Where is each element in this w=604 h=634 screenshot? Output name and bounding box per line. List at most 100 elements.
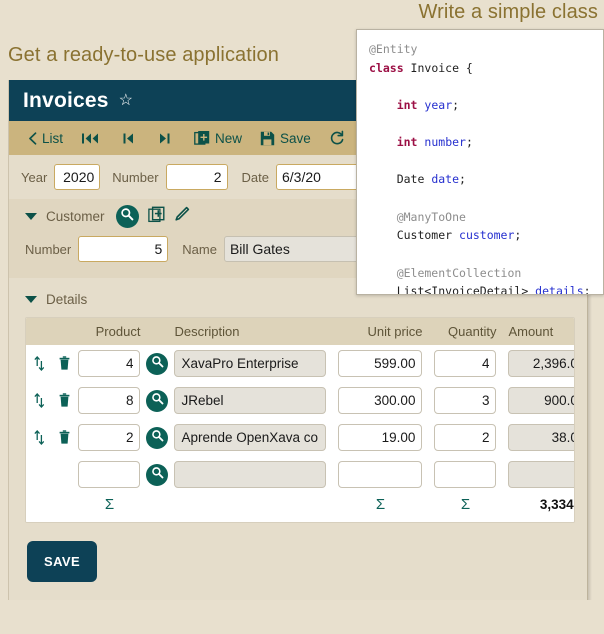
toolbar-button-previous[interactable] (113, 121, 149, 155)
product-search-button[interactable] (146, 352, 169, 375)
number-input[interactable] (165, 164, 228, 190)
sum-product-button[interactable]: Σ (105, 496, 114, 513)
customer-number-input[interactable] (78, 236, 169, 262)
amount-input[interactable] (508, 461, 574, 488)
unit-price-input[interactable] (338, 461, 423, 488)
quantity-input[interactable] (434, 350, 497, 377)
floppy-disk-icon (260, 131, 275, 146)
cell-product-search (146, 419, 169, 456)
save-button[interactable]: SAVE (27, 541, 98, 582)
caret-down-icon[interactable] (25, 213, 37, 220)
cell-amount (502, 456, 574, 493)
column-header-actions (26, 318, 72, 345)
sum-quantity-button[interactable]: Σ (461, 496, 470, 513)
year-input[interactable] (54, 164, 101, 190)
column-header-amount: Amount (508, 324, 554, 339)
cell-description (168, 456, 333, 493)
totals-unit-price: Σ (332, 493, 429, 522)
customer-search-button[interactable] (115, 205, 139, 228)
cell-description (168, 345, 333, 382)
cell-description (168, 419, 333, 456)
trash-icon[interactable] (59, 356, 70, 370)
sort-updown-icon[interactable] (34, 355, 45, 371)
product-search-button[interactable] (146, 389, 169, 412)
totals-quantity: Σ (428, 493, 503, 522)
details-table-body (26, 345, 574, 493)
date-label: Date (241, 169, 269, 185)
table-header-row: Product Description Unit price Quantity … (26, 318, 574, 345)
totals-product: Σ (72, 493, 147, 522)
refresh-icon (329, 130, 345, 146)
add-document-icon (194, 130, 210, 146)
total-amount-value: 3,334.00 (539, 497, 574, 512)
toolbar-button-next[interactable] (149, 121, 185, 155)
cell-amount (502, 419, 574, 456)
quantity-input[interactable] (434, 461, 497, 488)
column-header-spacer (146, 318, 168, 345)
product-search-button[interactable] (146, 463, 169, 486)
step-backward-icon (122, 132, 135, 145)
column-header-quantity: Quantity (448, 324, 497, 339)
magnifier-icon (120, 207, 134, 226)
magnifier-icon (151, 429, 164, 447)
description-input[interactable] (174, 461, 327, 488)
row-actions (26, 345, 73, 382)
product-input[interactable] (78, 387, 141, 414)
cell-quantity (428, 456, 503, 493)
amount-input[interactable] (508, 350, 574, 377)
row-actions (26, 419, 73, 456)
sort-updown-icon[interactable] (34, 392, 45, 408)
toolbar-button-list[interactable]: List (19, 121, 72, 155)
quantity-input[interactable] (434, 387, 497, 414)
star-outline-icon[interactable]: ☆ (119, 92, 133, 109)
customer-edit-button[interactable] (174, 206, 190, 227)
column-header-description: Description (174, 324, 240, 339)
details-table: Product Description Unit price Quantity … (26, 318, 574, 522)
details-table-foot: Σ Σ Σ 3,334.00 (26, 493, 574, 522)
customer-create-button[interactable] (147, 206, 165, 228)
chevron-left-icon (28, 131, 37, 145)
unit-price-input[interactable] (338, 350, 423, 377)
table-row (26, 382, 574, 419)
number-label: Number (112, 169, 159, 185)
step-forward-icon (158, 132, 171, 145)
magnifier-icon (151, 355, 164, 373)
pencil-icon (174, 206, 190, 227)
product-input[interactable] (78, 424, 141, 451)
product-input[interactable] (78, 461, 141, 488)
sum-unit-price-button[interactable]: Σ (376, 496, 385, 513)
quantity-input[interactable] (434, 424, 497, 451)
caption-write-simple-class: Write a simple class (418, 1, 598, 23)
cell-product-search (146, 345, 169, 382)
cell-unit-price (332, 345, 429, 382)
amount-input[interactable] (508, 387, 574, 414)
caret-down-icon[interactable] (25, 296, 37, 303)
totals-spacer-description (168, 493, 333, 522)
description-input[interactable] (174, 350, 327, 377)
add-record-icon (147, 206, 165, 228)
toolbar-button-refresh[interactable] (320, 121, 359, 155)
save-bar: SAVE (9, 523, 587, 582)
cell-product (72, 345, 147, 382)
sort-updown-icon[interactable] (34, 429, 45, 445)
cell-amount (502, 382, 574, 419)
customer-number-label: Number (25, 241, 72, 257)
toolbar-button-first[interactable] (72, 121, 113, 155)
cell-product (72, 456, 147, 493)
toolbar-button-save[interactable]: Save (251, 121, 320, 155)
code-panel: @Entity class Invoice { int year; int nu… (356, 29, 604, 295)
unit-price-input[interactable] (338, 424, 423, 451)
toolbar-button-new[interactable]: New (185, 121, 251, 155)
product-search-button[interactable] (146, 426, 169, 449)
trash-icon[interactable] (59, 430, 70, 444)
unit-price-input[interactable] (338, 387, 423, 414)
row-actions-empty (26, 456, 73, 493)
cell-quantity (428, 382, 503, 419)
details-section: Details Product Description Unit price Q… (9, 278, 587, 582)
trash-icon[interactable] (59, 393, 70, 407)
description-input[interactable] (174, 387, 327, 414)
product-input[interactable] (78, 350, 141, 377)
year-label: Year (21, 169, 48, 185)
description-input[interactable] (174, 424, 327, 451)
amount-input[interactable] (508, 424, 574, 451)
